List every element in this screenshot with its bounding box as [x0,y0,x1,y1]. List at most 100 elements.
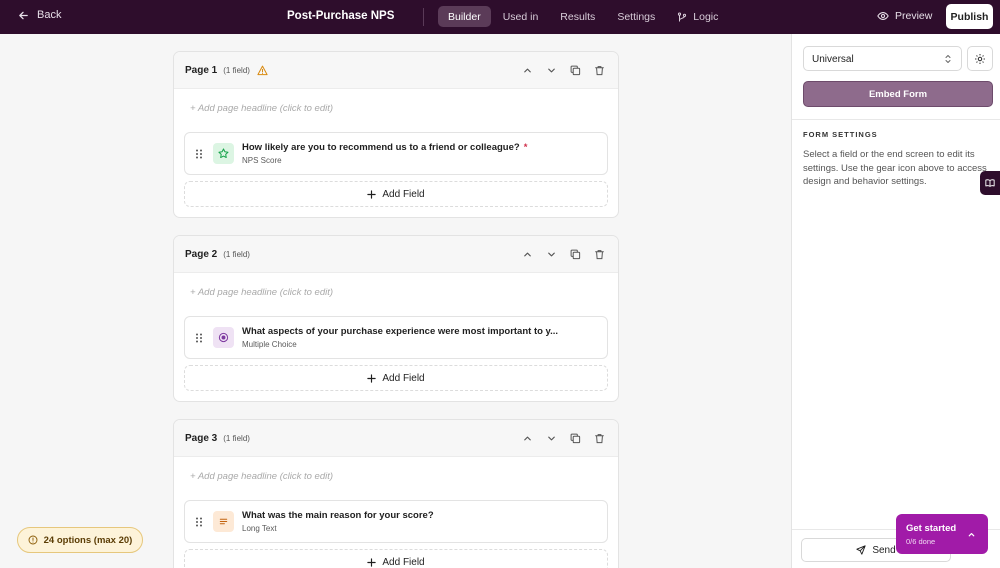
add-field-label: Add Field [382,372,425,384]
chevron-up-icon [523,68,531,72]
page-headline-placeholder[interactable]: + Add page headline (click to edit) [174,273,618,316]
page-header: Page 1 (1 field) [174,52,618,89]
get-started-widget[interactable]: Get started 0/6 done [896,514,988,554]
plus-icon [367,557,377,567]
form-settings-description: Select a field or the end screen to edit… [803,149,987,187]
chevron-up-icon [523,436,531,440]
platform-select[interactable]: Universal [803,46,962,71]
star-icon [213,143,234,164]
add-field-button[interactable]: Add Field [184,365,608,391]
page-actions [521,248,605,260]
page-headline-placeholder[interactable]: + Add page headline (click to edit) [174,457,618,500]
trash-icon [594,433,604,443]
divider [792,119,1000,120]
add-field-button[interactable]: Add Field [184,181,608,207]
form-settings-title: FORM SETTINGS [803,130,878,139]
book-icon [985,179,995,187]
page-field-count: (1 field) [223,65,250,75]
top-bar: Back Post-Purchase NPS Builder Used in R… [0,0,1000,34]
arrow-left-icon [19,11,28,19]
drag-handle-icon[interactable] [195,149,203,159]
add-field-button[interactable]: Add Field [184,549,608,568]
field-question: What aspects of your purchase experience… [242,326,559,337]
page-header: Page 3 (1 field) [174,420,618,457]
text-lines-icon [213,511,234,532]
duplicate-button[interactable] [569,64,581,76]
options-limit-text: 24 options (max 20) [43,534,133,546]
move-up-button[interactable] [521,64,533,76]
page-card: Page 3 (1 field) + Add page headline (cl… [173,419,619,568]
eye-icon [877,12,889,20]
page-field-count: (1 field) [223,433,250,443]
field-question: How likely are you to recommend us to a … [242,142,520,153]
tab-used-in[interactable]: Used in [493,6,549,27]
page-header: Page 2 (1 field) [174,236,618,273]
preview-button[interactable]: Preview [877,10,932,22]
tab-label: Builder [448,10,481,23]
field-type: Multiple Choice [242,340,297,349]
platform-select-value: Universal [812,54,854,65]
chevron-up-icon [523,252,531,256]
field-type: NPS Score [242,156,282,165]
field-question: What was the main reason for your score? [242,510,434,521]
tab-builder[interactable]: Builder [438,6,491,27]
settings-panel: Universal Embed Form FORM SETTINGS Selec… [791,34,1000,568]
field-row[interactable]: What aspects of your purchase experience… [184,316,608,359]
page-field-count: (1 field) [223,249,250,259]
move-down-button[interactable] [545,64,557,76]
field-type: Long Text [242,524,277,533]
delete-button[interactable] [593,64,605,76]
publish-button[interactable]: Publish [946,4,993,29]
form-title: Post-Purchase NPS [287,10,395,22]
design-settings-button[interactable] [967,46,993,71]
branch-icon [678,12,687,22]
embed-form-button[interactable]: Embed Form [803,81,993,107]
back-label: Back [37,9,62,21]
tab-results[interactable]: Results [550,6,605,27]
delete-button[interactable] [593,432,605,444]
tab-label: Logic [693,10,719,23]
chevron-down-icon [547,436,555,440]
field-row[interactable]: What was the main reason for your score?… [184,500,608,543]
radio-icon [213,327,234,348]
side-drawer-toggle[interactable] [980,171,1000,195]
get-started-title: Get started [906,523,957,534]
drag-handle-icon[interactable] [195,517,203,527]
duplicate-button[interactable] [569,248,581,260]
move-up-button[interactable] [521,432,533,444]
field-row[interactable]: How likely are you to recommend us to a … [184,132,608,175]
copy-icon [570,65,580,75]
get-started-progress: 0/6 done [906,537,936,546]
trash-icon [594,65,604,75]
move-down-button[interactable] [545,432,557,444]
back-button[interactable]: Back [18,9,61,21]
trash-icon [594,249,604,259]
send-icon [856,545,866,555]
add-field-label: Add Field [382,556,425,568]
tab-bar: Builder Used in Results Settings Logic [438,6,728,27]
page-card: Page 1 (1 field) + Add page headline (cl… [173,51,619,218]
alert-circle-icon [28,535,38,545]
move-down-button[interactable] [545,248,557,260]
drag-handle-icon[interactable] [195,333,203,343]
chevron-down-icon [547,68,555,72]
add-field-label: Add Field [382,188,425,200]
tab-label: Used in [502,10,539,23]
chevron-updown-icon [945,55,951,63]
move-up-button[interactable] [521,248,533,260]
page-headline-placeholder[interactable]: + Add page headline (click to edit) [174,89,618,132]
required-marker: * [523,142,528,153]
preview-label: Preview [895,10,933,22]
duplicate-button[interactable] [569,432,581,444]
tab-settings[interactable]: Settings [607,6,665,27]
page-name: Page 2 [185,248,218,260]
delete-button[interactable] [593,248,605,260]
options-limit-warning[interactable]: 24 options (max 20) [17,527,143,553]
gear-icon [975,53,985,64]
tab-logic[interactable]: Logic [667,6,728,27]
page-actions [521,432,605,444]
plus-icon [367,189,377,199]
chevron-down-icon [547,252,555,256]
warning-icon[interactable] [257,65,268,76]
tab-label: Results [560,10,596,23]
